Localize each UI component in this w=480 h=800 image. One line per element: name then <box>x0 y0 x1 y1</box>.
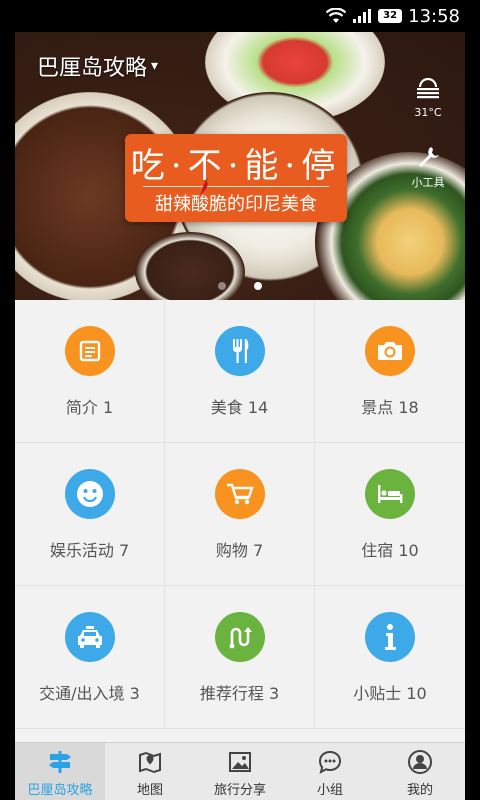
chat-icon <box>317 749 343 775</box>
category-label: 简介 1 <box>65 398 114 417</box>
tools-button[interactable]: 小工具 <box>407 144 449 190</box>
promo-card[interactable]: 吃·不·能·停 甜辣酸脆的印尼美食 <box>125 134 347 222</box>
category-label: 住宿 10 <box>361 541 419 560</box>
user-icon <box>407 749 433 775</box>
wrench-icon <box>416 147 440 172</box>
tab-label: 巴厘岛攻略 <box>27 783 93 798</box>
status-bar: 32 13:58 <box>0 0 480 32</box>
tab-guide[interactable]: 巴厘岛攻略 <box>15 743 105 800</box>
signal-icon <box>352 8 372 24</box>
tab-label: 旅行分享 <box>213 783 266 798</box>
category-grid: 简介 1 美食 14 景点 18 娱乐活动 7 购物 7 住宿 10 交通/出入… <box>15 300 465 729</box>
category-label: 娱乐活动 7 <box>49 541 130 560</box>
tab-profile[interactable]: 我的 <box>375 743 465 800</box>
category-label: 交通/出入境 3 <box>39 684 140 703</box>
battery-level: 32 <box>383 10 398 21</box>
picture-icon <box>227 749 253 775</box>
info-icon <box>365 612 415 662</box>
camera-icon <box>365 326 415 376</box>
bottom-tab-bar: 巴厘岛攻略 地图 旅行分享 小组 我的 <box>15 742 465 800</box>
category-label: 景点 18 <box>361 398 419 417</box>
tab-map[interactable]: 地图 <box>105 743 195 800</box>
category-label: 购物 7 <box>215 541 264 560</box>
category-shopping[interactable]: 购物 7 <box>165 443 315 586</box>
signpost-icon <box>47 749 73 775</box>
category-tips[interactable]: 小贴士 10 <box>315 586 465 729</box>
taxi-icon <box>64 612 115 662</box>
category-itinerary[interactable]: 推荐行程 3 <box>165 586 315 729</box>
status-right: 32 13:58 <box>326 4 460 28</box>
tab-label: 小组 <box>316 783 343 798</box>
app-screen: 巴厘岛攻略 ▾ 31°C 小工具 吃·不·能·停 甜辣酸脆的印尼美食 简介 1 … <box>15 32 465 800</box>
cart-icon <box>214 469 265 519</box>
tab-share[interactable]: 旅行分享 <box>195 743 285 800</box>
route-icon <box>214 612 265 662</box>
wifi-icon <box>326 8 347 24</box>
carousel-dot-active[interactable] <box>254 282 262 290</box>
battery-icon: 32 <box>378 9 403 23</box>
status-time: 13:58 <box>408 5 460 27</box>
tab-groups[interactable]: 小组 <box>285 743 375 800</box>
bed-icon <box>365 469 415 519</box>
tab-label: 地图 <box>136 783 163 798</box>
document-icon <box>64 326 115 376</box>
promo-title: 吃·不·能·停 <box>130 146 342 186</box>
fog-icon <box>415 77 441 104</box>
carousel-dot[interactable] <box>218 282 226 290</box>
promo-subtitle: 甜辣酸脆的印尼美食 <box>155 194 317 215</box>
category-attractions[interactable]: 景点 18 <box>315 300 465 443</box>
carousel-dots <box>15 282 465 290</box>
category-entertainment[interactable]: 娱乐活动 7 <box>15 443 165 586</box>
category-label: 美食 14 <box>210 398 269 417</box>
tools-label: 小工具 <box>411 176 445 189</box>
city-selector[interactable]: 巴厘岛攻略 ▾ <box>37 50 158 82</box>
city-title: 巴厘岛攻略 <box>37 56 148 81</box>
tab-label: 我的 <box>406 783 433 798</box>
fork-knife-icon <box>214 326 265 376</box>
chevron-down-icon: ▾ <box>151 58 159 74</box>
category-hotel[interactable]: 住宿 10 <box>315 443 465 586</box>
category-intro[interactable]: 简介 1 <box>15 300 165 443</box>
weather-temperature: 31°C <box>414 106 442 119</box>
banner-carousel[interactable]: 巴厘岛攻略 ▾ 31°C 小工具 吃·不·能·停 甜辣酸脆的印尼美食 <box>15 32 465 300</box>
category-transport[interactable]: 交通/出入境 3 <box>15 586 165 729</box>
category-label: 小贴士 10 <box>353 684 427 703</box>
category-food[interactable]: 美食 14 <box>165 300 315 443</box>
weather-widget[interactable]: 31°C <box>413 77 443 119</box>
category-label: 推荐行程 3 <box>199 684 280 703</box>
promo-divider <box>143 186 329 187</box>
map-icon <box>137 749 163 775</box>
smiley-icon <box>64 469 115 519</box>
